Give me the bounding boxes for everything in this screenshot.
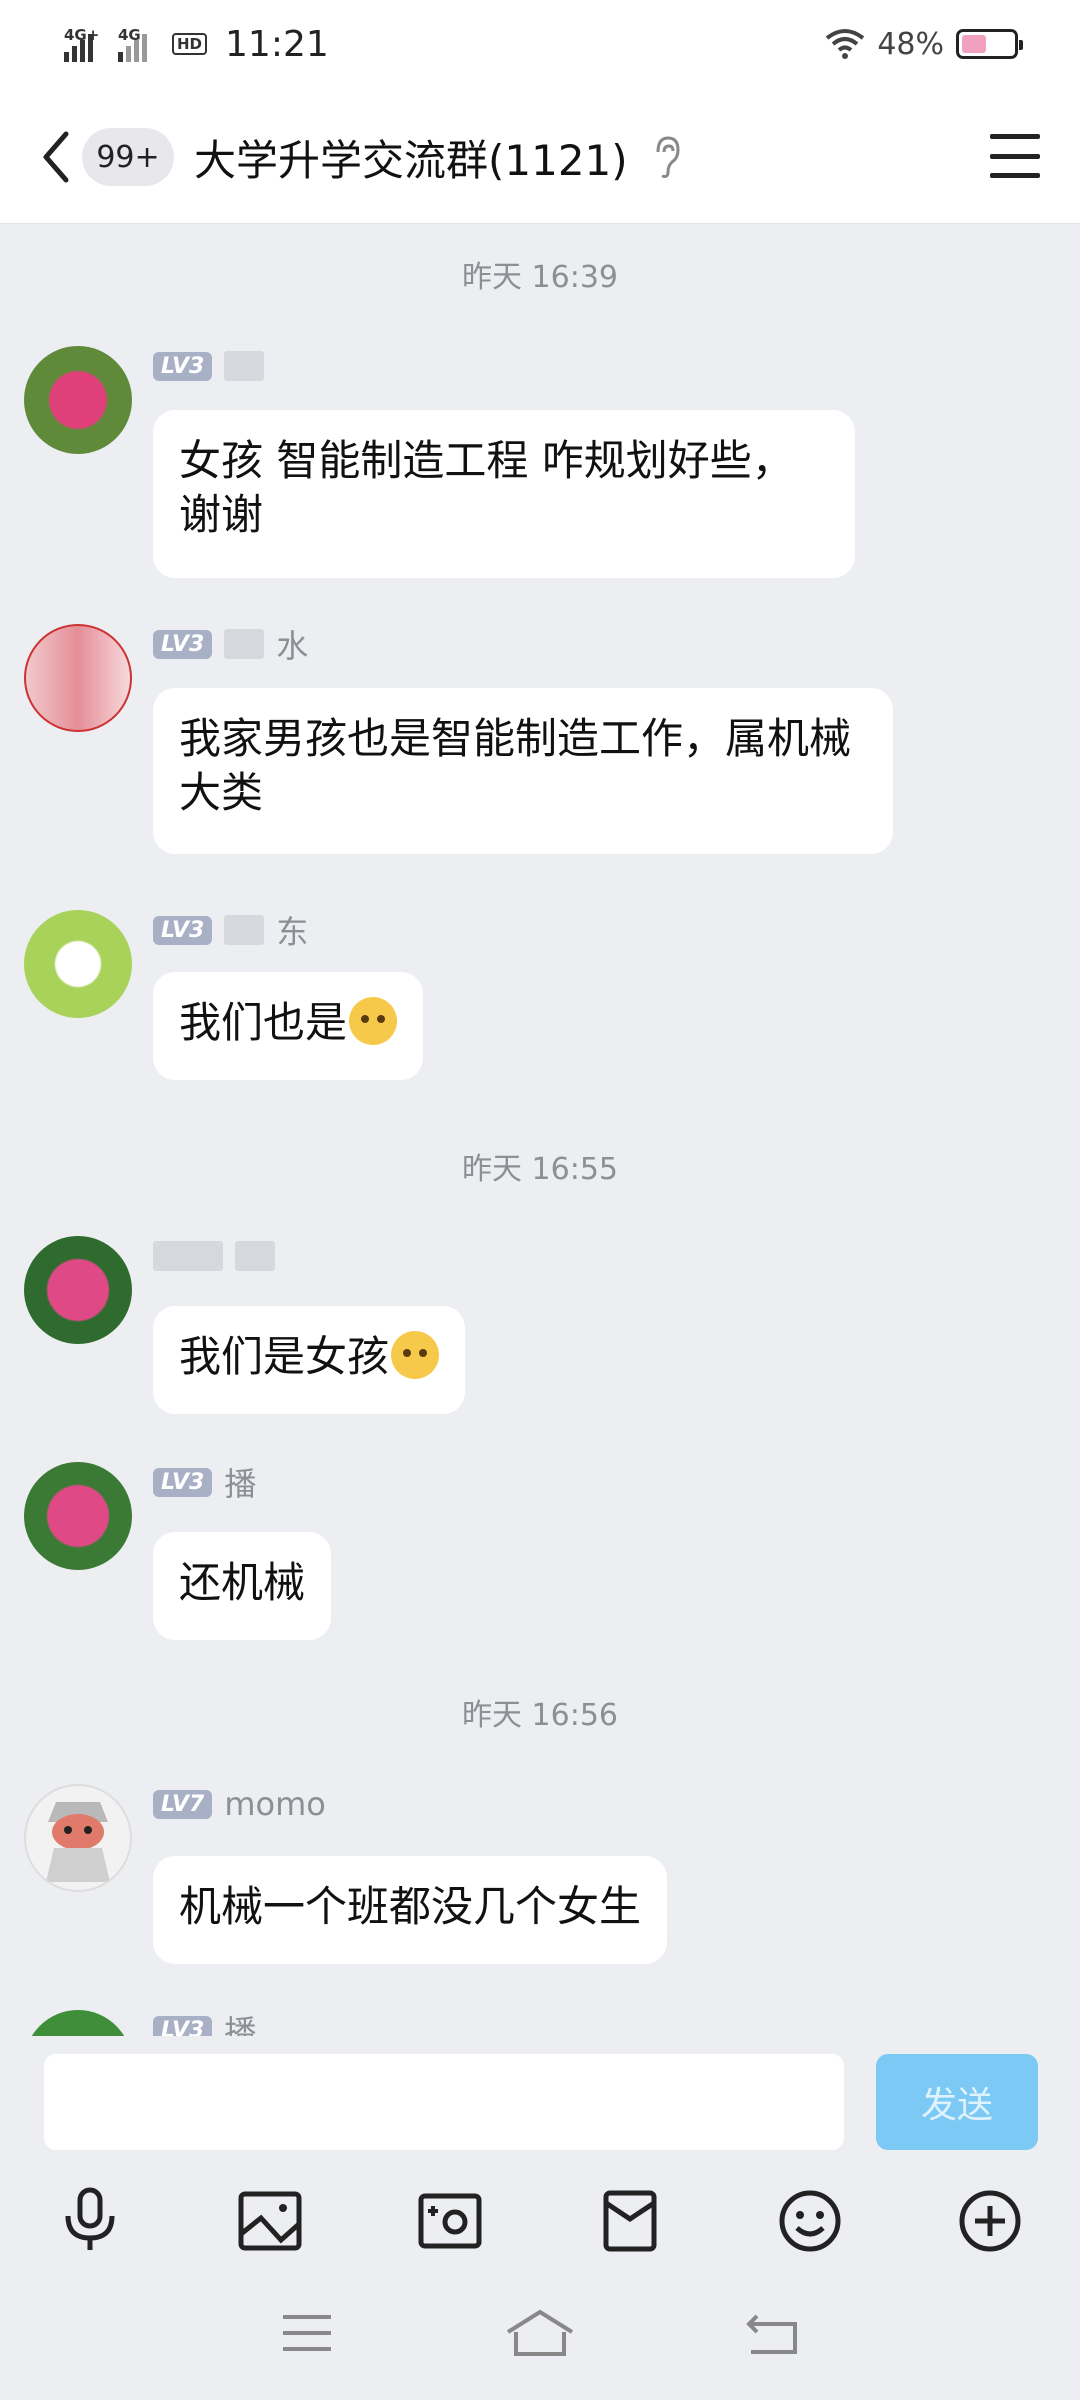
group-title[interactable]: 大学升学交流群(1121)	[194, 128, 628, 186]
status-time: 11:21	[225, 23, 329, 65]
sender-meta: LV7 momo	[153, 1785, 326, 1823]
level-blurred	[153, 1241, 223, 1271]
sender-meta: LV3 东	[153, 912, 308, 951]
status-left: 4G+ 4G HD 11:21	[64, 16, 329, 72]
red-packet-icon[interactable]	[540, 2176, 720, 2266]
level-badge: LV3	[153, 915, 213, 945]
signal-label-2: 4G	[118, 26, 141, 44]
signal-icon: 4G+	[64, 26, 104, 62]
nickname: 水	[276, 627, 309, 665]
sender-meta: LV3 播	[153, 2012, 256, 2036]
composer-toolbar	[0, 2176, 1080, 2266]
level-badge: LV7	[153, 1789, 213, 1819]
signal-label-1: 4G+	[64, 26, 100, 44]
sender-meta: LV3	[153, 348, 265, 384]
sender-meta	[153, 1238, 275, 1274]
nickname: 播	[224, 1465, 257, 1503]
avatar[interactable]	[24, 346, 132, 454]
sender-meta: LV3 播	[153, 1464, 256, 1503]
nickname-blurred	[224, 629, 265, 659]
status-bar: 4G+ 4G HD 11:21 48%	[0, 0, 1080, 88]
microphone-icon[interactable]	[0, 2176, 180, 2266]
menu-nav-icon[interactable]	[267, 2303, 347, 2363]
timestamp: 昨天 16:56	[462, 1698, 618, 1733]
battery-icon	[956, 29, 1023, 59]
message-bubble[interactable]: 我们也是	[153, 972, 424, 1080]
timestamp: 昨天 16:39	[462, 260, 618, 295]
nickname-blurred	[224, 351, 265, 381]
avatar[interactable]	[24, 624, 132, 732]
cat-avatar-icon	[46, 1802, 110, 1882]
avatar[interactable]	[24, 2010, 132, 2036]
nickname: momo	[224, 1785, 326, 1823]
status-right: 48%	[825, 16, 1023, 72]
nickname-blurred	[224, 915, 265, 945]
wifi-icon	[826, 29, 865, 59]
avatar[interactable]	[24, 910, 132, 1018]
signal-icon-2: 4G	[118, 26, 158, 62]
message-input[interactable]	[44, 2054, 844, 2150]
chat-header: 99+ 大学升学交流群(1121)	[0, 88, 1080, 224]
message-bubble[interactable]: 我家男孩也是智能制造工作，属机械大类	[153, 688, 893, 854]
message-bubble[interactable]: 我们是女孩	[153, 1306, 466, 1414]
battery-fill	[962, 35, 986, 53]
level-badge: LV3	[153, 1467, 213, 1497]
avatar[interactable]	[24, 1462, 132, 1570]
message-bubble[interactable]: 女孩 智能制造工程 咋规划好些，谢谢	[153, 410, 855, 578]
nickname: 播	[224, 2013, 257, 2036]
message-bubble[interactable]: 还机械	[153, 1532, 332, 1640]
smirk-emoji-icon	[349, 997, 398, 1045]
camera-icon[interactable]	[360, 2176, 540, 2266]
home-nav-icon[interactable]	[500, 2303, 580, 2363]
nickname: 东	[276, 913, 309, 951]
ear-icon[interactable]	[652, 134, 682, 180]
sender-meta: LV3 水	[153, 626, 308, 665]
level-badge: LV3	[153, 2015, 213, 2036]
system-navbar	[0, 2266, 1080, 2400]
message-text: 我们是女孩	[179, 1332, 390, 1381]
level-badge: LV3	[153, 629, 213, 659]
composer: 发送	[0, 2036, 1080, 2176]
plus-icon[interactable]	[900, 2176, 1080, 2266]
hd-voice-badge: HD	[172, 33, 208, 55]
image-icon[interactable]	[180, 2176, 360, 2266]
level-badge: LV3	[153, 351, 213, 381]
unread-badge[interactable]: 99+	[82, 128, 174, 186]
message-bubble[interactable]: 机械一个班都没几个女生	[153, 1856, 668, 1964]
battery-percent: 48%	[877, 26, 944, 62]
back-nav-icon[interactable]	[733, 2303, 813, 2363]
nickname-blurred	[235, 1241, 275, 1271]
timestamp: 昨天 16:55	[462, 1152, 618, 1187]
emoji-icon[interactable]	[720, 2176, 900, 2266]
menu-icon[interactable]	[990, 134, 1040, 178]
message-text: 我们也是	[179, 998, 348, 1047]
pleading-emoji-icon	[391, 1331, 440, 1379]
back-icon[interactable]	[36, 128, 78, 186]
chat-area[interactable]: 昨天 16:39 LV3 女孩 智能制造工程 咋规划好些，谢谢 LV3 水 我家…	[0, 224, 1080, 2036]
send-button[interactable]: 发送	[876, 2054, 1038, 2150]
avatar[interactable]	[24, 1236, 132, 1344]
avatar[interactable]	[24, 1784, 132, 1892]
